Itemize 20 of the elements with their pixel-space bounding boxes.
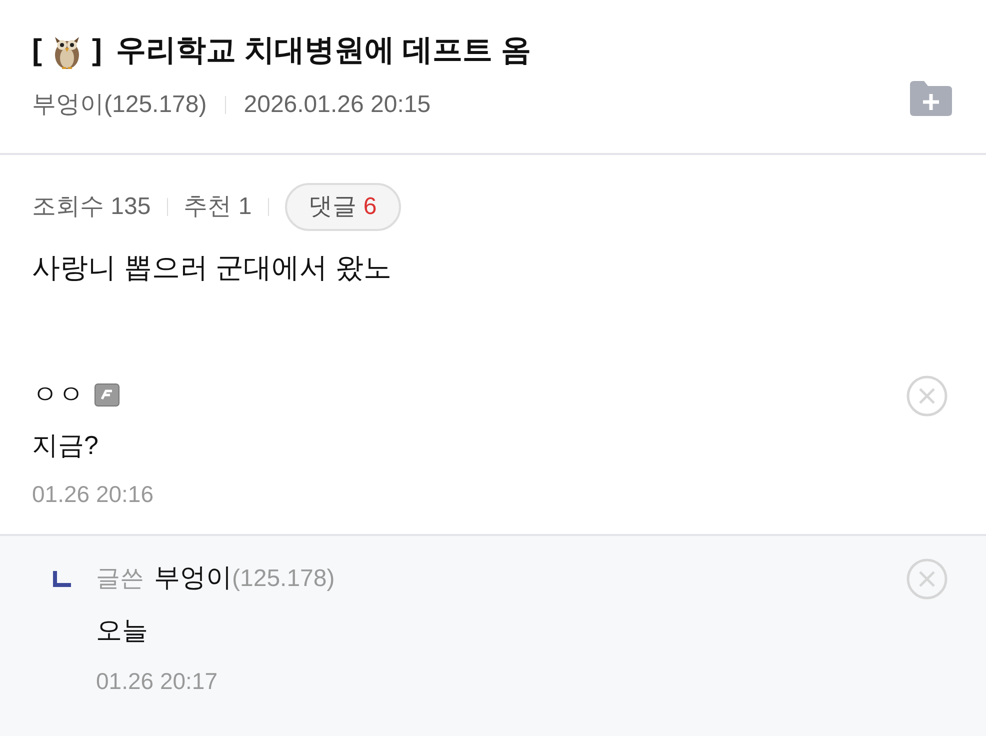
bracket-text: [ bbox=[32, 33, 42, 69]
delete-icon[interactable] bbox=[906, 558, 948, 600]
author-label: 글쓴 bbox=[96, 564, 144, 594]
add-folder-icon[interactable] bbox=[908, 79, 954, 117]
comment-time: 01.26 20:16 bbox=[32, 480, 154, 509]
nickname: 부엉이 bbox=[154, 560, 232, 594]
ip-address: (125.178) bbox=[232, 564, 335, 594]
recommend-count: 추천 1 bbox=[184, 192, 252, 222]
view-count: 조회수 135 bbox=[32, 192, 151, 222]
comment-text: 지금? bbox=[32, 429, 100, 462]
nickname: ㅇㅇ bbox=[32, 378, 84, 411]
bracket-text: ] bbox=[92, 33, 102, 69]
post-body: 사랑니 뽑으러 군대에서 왔노 bbox=[31, 251, 392, 285]
comment-text: 오늘 bbox=[96, 614, 149, 646]
post-title: 우리학교 치대병원에 데프트 옴 bbox=[116, 33, 532, 69]
post-date: 2026.01.26 20:15 bbox=[244, 90, 431, 120]
comment-count-button[interactable]: 댓글 6 bbox=[284, 183, 401, 231]
delete-icon[interactable] bbox=[906, 375, 948, 417]
author-name: 부엉이(125.178) bbox=[32, 90, 207, 120]
comment-time: 01.26 20:17 bbox=[96, 666, 219, 696]
